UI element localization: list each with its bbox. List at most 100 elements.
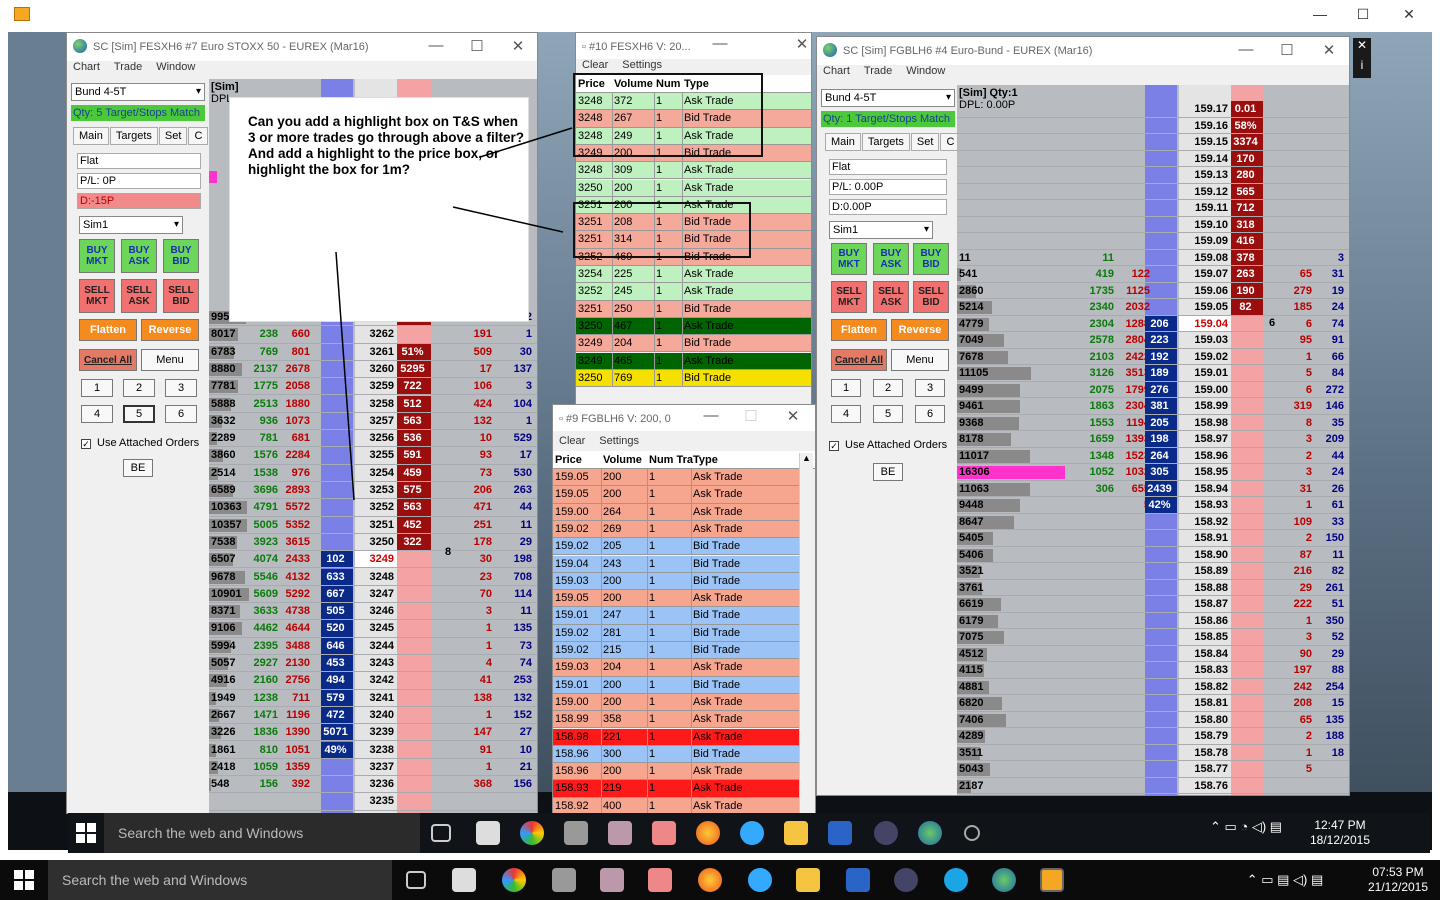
- menu-button[interactable]: Menu: [141, 349, 199, 371]
- ladder-row[interactable]: 4289 158.79 2 188: [957, 728, 1349, 745]
- ladder-row[interactable]: 10363 4791 5572 3252 563 471 44: [209, 499, 537, 517]
- app-icon[interactable]: [874, 821, 898, 845]
- ladder-row[interactable]: 3761 158.88 29 261: [957, 580, 1349, 596]
- ladder-row[interactable]: 159.17 0.01: [957, 101, 1349, 118]
- app-icon[interactable]: [828, 821, 852, 845]
- ladder-row[interactable]: 11 11 159.08 378 3: [957, 249, 1349, 266]
- paint-icon[interactable]: [652, 821, 676, 845]
- tab-main[interactable]: Main: [825, 133, 861, 151]
- ladder-row[interactable]: 7406 158.80 65 135: [957, 712, 1349, 728]
- ladder-row[interactable]: 8647 158.92 109 33: [957, 514, 1349, 530]
- chrome-icon[interactable]: [502, 868, 526, 892]
- menu-item-trade[interactable]: Trade: [864, 65, 892, 77]
- ladder-row[interactable]: 6179 158.86 1 350: [957, 613, 1349, 629]
- sierra-chart-icon[interactable]: [992, 868, 1016, 892]
- minimize-icon[interactable]: —: [706, 35, 734, 52]
- ts-row[interactable]: 159.05 200 1 Ask Trade: [553, 469, 799, 487]
- ie-icon[interactable]: [740, 821, 764, 845]
- cancel-all-button[interactable]: Cancel All: [831, 349, 887, 371]
- menu-item-window[interactable]: Window: [906, 65, 945, 77]
- ladder-row[interactable]: 3632 936 1073 3257 563 132 1: [209, 412, 537, 431]
- menu-item-settings[interactable]: Settings: [622, 59, 662, 71]
- sell-bid-button[interactable]: SELL BID: [163, 279, 199, 313]
- ladder-row[interactable]: 5043 158.77 5: [957, 761, 1349, 778]
- qty-3-button[interactable]: 3: [915, 379, 945, 397]
- menu-item-settings[interactable]: Settings: [599, 435, 639, 447]
- ts-row[interactable]: 159.00 264 1 Ask Trade: [553, 503, 799, 521]
- scrollbar[interactable]: ▲: [799, 453, 813, 849]
- ladder-row[interactable]: 11063 306 655 2439 158.94 31 26: [957, 480, 1349, 497]
- cancel-all-button[interactable]: Cancel All: [79, 349, 137, 371]
- ts-row[interactable]: 159.04 243 1 Bid Trade: [553, 555, 799, 573]
- ts-row[interactable]: 159.02 281 1 Bid Trade: [553, 624, 799, 642]
- ladder-row[interactable]: 2418 1059 1359 3237 1 21: [209, 759, 537, 777]
- start-icon[interactable]: [14, 870, 34, 890]
- notes-icon[interactable]: [600, 868, 624, 892]
- maximize-icon[interactable]: ☐: [1273, 41, 1301, 59]
- ts-row[interactable]: 3250 200 1 Ask Trade: [576, 179, 811, 197]
- maximize-icon[interactable]: ☐: [737, 407, 765, 425]
- menu-item-clear[interactable]: Clear: [582, 59, 608, 71]
- close-icon[interactable]: ✕: [779, 407, 807, 425]
- ts-row[interactable]: 3251 200 1 Ask Trade: [576, 196, 811, 215]
- use-attached-orders-checkbox[interactable]: ✓ Use Attached Orders: [81, 437, 199, 449]
- maximize-button[interactable]: ☐: [1348, 6, 1378, 23]
- ladder-row[interactable]: 8178 1659 1393 198 158.97 3 209: [957, 431, 1349, 448]
- qty-5-button[interactable]: 5: [873, 405, 903, 423]
- ladder-row[interactable]: 7075 158.85 3 52: [957, 629, 1349, 646]
- ladder-row[interactable]: 10357 5005 5352 3251 452 251 11: [209, 516, 537, 534]
- flatten-button[interactable]: Flatten: [831, 319, 887, 341]
- ts-col-header[interactable]: Price: [578, 78, 605, 90]
- ladder-row[interactable]: 11017 1348 1523 264 158.96 2 44: [957, 447, 1349, 464]
- ladder-row[interactable]: 6783 769 801 3261 51% 509 30: [209, 343, 537, 361]
- remote-app-icon[interactable]: [1040, 868, 1064, 892]
- ladder-row[interactable]: 3226 1836 1390 5071 3239 147 27: [209, 724, 537, 742]
- ts-row[interactable]: 3248 309 1 Ask Trade: [576, 162, 811, 180]
- maximize-icon[interactable]: ☐: [463, 37, 491, 55]
- ts-row[interactable]: 3249 465 1 Ask Trade: [576, 352, 811, 370]
- dom-ladder[interactable]: [Sim] Qty:1DPL: 0.00PBuySell159.170.0115…: [957, 85, 1349, 795]
- ts-row[interactable]: 3250 467 1 Ask Trade: [576, 317, 811, 336]
- store-icon[interactable]: [476, 821, 500, 845]
- notes-icon[interactable]: [608, 821, 632, 845]
- ladder-row[interactable]: 8017 238 660 3262 191 1: [209, 326, 537, 344]
- menu-item-window[interactable]: Window: [156, 61, 195, 73]
- app-icon[interactable]: [894, 868, 918, 892]
- ts-row[interactable]: 159.03 200 1 Bid Trade: [553, 572, 799, 591]
- ladder-row[interactable]: 7678 2103 2422 192 159.02 1 66: [957, 348, 1349, 365]
- menu-button[interactable]: Menu: [891, 349, 949, 371]
- ts-col-header[interactable]: Num: [656, 78, 680, 90]
- ts-row[interactable]: 3251 314 1 Bid Trade: [576, 231, 811, 249]
- ts-row[interactable]: 159.05 200 1 Ask Trade: [553, 486, 799, 504]
- ts-col-header[interactable]: Num Tra: [649, 454, 693, 466]
- minimize-icon[interactable]: —: [422, 37, 450, 54]
- qty-1-button[interactable]: 1: [831, 379, 861, 397]
- ladder-row[interactable]: 9678 5546 4132 633 3248 23 708: [209, 568, 537, 586]
- ladder-row[interactable]: 3521 158.89 216 82: [957, 563, 1349, 580]
- tab-main[interactable]: Main: [73, 127, 109, 145]
- close-icon[interactable]: ✕: [788, 35, 811, 53]
- ladder-row[interactable]: 7781 1775 2058 3259 722 106 3: [209, 378, 537, 396]
- ts-row[interactable]: 3250 769 1 Bid Trade: [576, 369, 811, 388]
- sim-select[interactable]: Sim1: [79, 216, 183, 234]
- ts-col-header[interactable]: Type: [684, 78, 709, 90]
- buy-bid-button[interactable]: BUY BID: [163, 239, 199, 273]
- ts-row[interactable]: 3248 267 1 Bid Trade: [576, 110, 811, 128]
- minimize-button[interactable]: —: [1305, 6, 1335, 22]
- minimize-icon[interactable]: —: [697, 407, 725, 424]
- ladder-row[interactable]: 3860 1576 2284 3255 591 93 17: [209, 447, 537, 465]
- ts-col-header[interactable]: Type: [693, 454, 718, 466]
- app-icon[interactable]: [846, 868, 870, 892]
- ladder-row[interactable]: 1861 810 1051 49% 3238 91 10: [209, 741, 537, 759]
- sell-bid-button[interactable]: SELL BID: [913, 281, 949, 313]
- ladder-row[interactable]: 1949 1238 711 579 3241 138 132: [209, 689, 537, 707]
- task-view-icon[interactable]: [406, 871, 426, 889]
- ladder-row[interactable]: 6589 3696 2893 3253 575 206 263: [209, 482, 537, 500]
- ie-icon[interactable]: [748, 868, 772, 892]
- ladder-row[interactable]: 548 156 392 3236 368 156: [209, 776, 537, 794]
- ladder-row[interactable]: 4881 158.82 242 254: [957, 679, 1349, 695]
- ts-row[interactable]: 159.02 215 1 Bid Trade: [553, 642, 799, 660]
- ts-col-header[interactable]: Volume: [614, 78, 653, 90]
- task-view-icon[interactable]: [431, 824, 451, 842]
- ladder-row[interactable]: 2187 158.76: [957, 778, 1349, 794]
